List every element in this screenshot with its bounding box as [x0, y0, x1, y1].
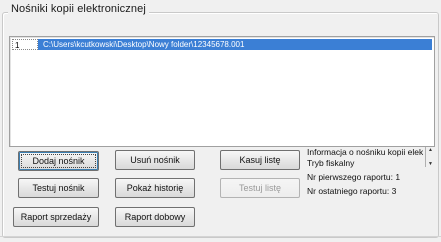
remove-media-button[interactable]: Usuń nośnik — [115, 150, 195, 170]
add-media-button[interactable]: Dodaj nośnik — [18, 151, 99, 171]
scroll-down-icon[interactable]: ▼ — [428, 161, 433, 167]
list-item-index: 1 — [12, 39, 38, 50]
test-list-button[interactable]: Testuj listę — [220, 178, 300, 198]
list-item[interactable]: 1 C:\Users\kcutkowski\Desktop\Nowy folde… — [12, 39, 432, 50]
info-mode: Tryb fiskalny — [307, 158, 355, 168]
list-item-path: C:\Users\kcutkowski\Desktop\Nowy folder\… — [38, 39, 432, 50]
show-history-button[interactable]: Pokaż historię — [115, 178, 195, 198]
scroll-up-icon[interactable]: ▲ — [428, 147, 433, 153]
test-media-button[interactable]: Testuj nośnik — [18, 178, 99, 198]
clear-list-button[interactable]: Kasuj listę — [220, 150, 300, 170]
media-listbox[interactable]: 1 C:\Users\kcutkowski\Desktop\Nowy folde… — [9, 36, 435, 147]
sales-report-button[interactable]: Raport sprzedaży — [13, 207, 99, 227]
info-first-report: Nr pierwszego raportu: 1 — [307, 172, 401, 182]
info-last-report: Nr ostatniego raportu: 3 — [307, 186, 397, 196]
group-title: Nośniki kopii elektronicznej — [8, 3, 149, 15]
daily-report-button[interactable]: Raport dobowy — [115, 207, 195, 227]
info-title: Informacja o nośniku kopii elektroniczne… — [307, 147, 423, 157]
window-bottom-divider — [0, 236, 441, 237]
info-scrollbar[interactable]: ▲ ▼ — [425, 147, 435, 167]
media-info-panel: Informacja o nośniku kopii elektroniczne… — [307, 147, 435, 209]
